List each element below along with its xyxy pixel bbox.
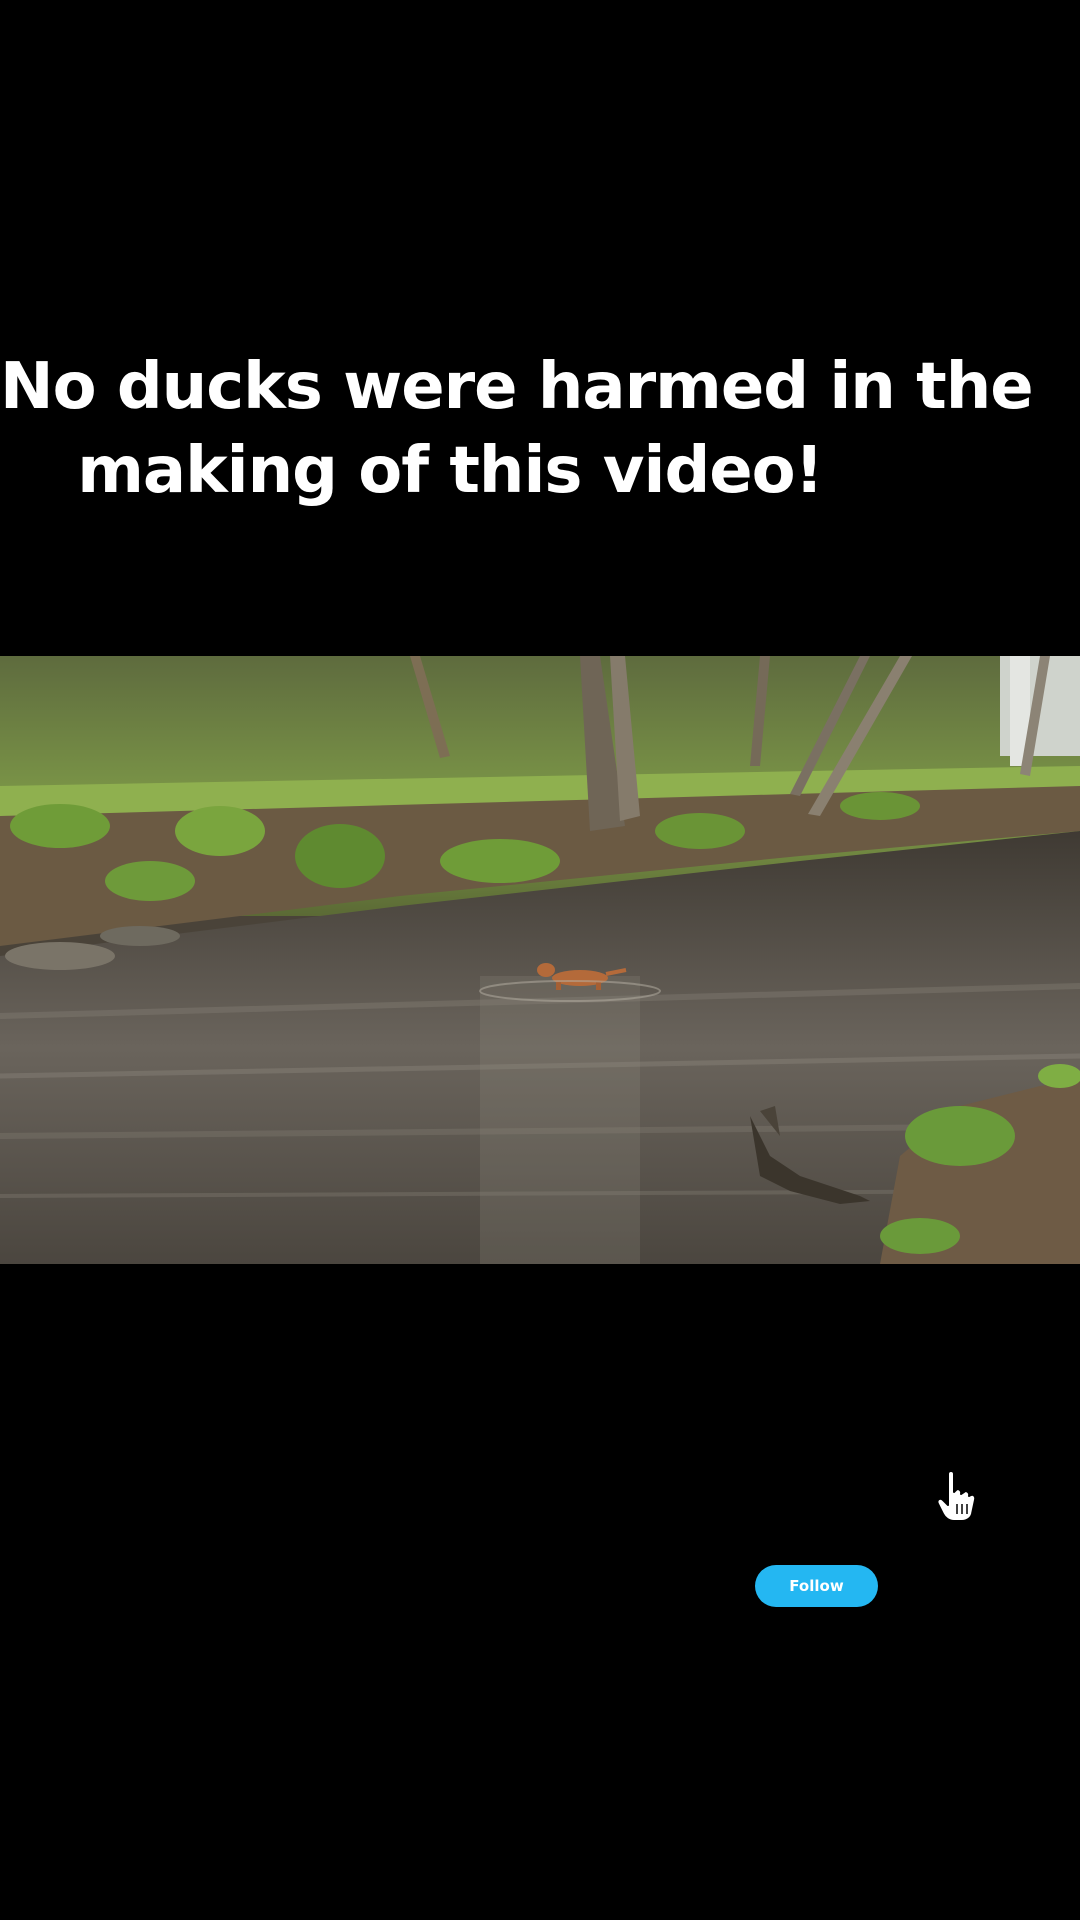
pointer-hand-icon: [934, 1468, 978, 1524]
video-frame[interactable]: [0, 656, 1080, 1264]
follow-button[interactable]: Follow: [755, 1565, 878, 1607]
caption-line-2: making of this video!: [77, 434, 824, 508]
caption-line-1: No ducks were harmed in the: [0, 350, 1034, 424]
river-scene-image: [0, 656, 1080, 1264]
video-caption: No ducks were harmed in the making of th…: [0, 345, 1034, 513]
